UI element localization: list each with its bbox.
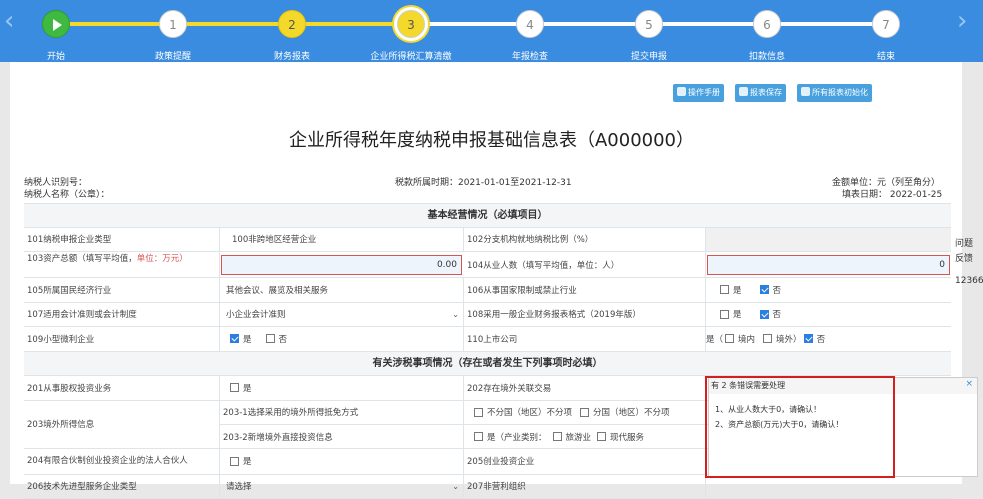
- row-104-label: 104从业人数（填写平均值，单位：人）: [464, 252, 706, 277]
- row-205-label: 205创业投资企业: [464, 449, 706, 474]
- step-1[interactable]: 1: [159, 10, 187, 38]
- row-203-label: 203境外所得信息: [24, 401, 220, 448]
- yes-checkbox[interactable]: [720, 285, 729, 294]
- step-7[interactable]: 7: [872, 10, 900, 38]
- row-201-options: 是: [220, 376, 464, 400]
- no-checkbox[interactable]: [804, 334, 813, 343]
- row-109-label: 109小型微利企业: [24, 327, 220, 351]
- step-label-7: 结束: [836, 49, 936, 62]
- row-110-label: 110上市公司: [464, 327, 706, 351]
- row-109-options: 是否: [220, 327, 464, 351]
- modern-service-checkbox[interactable]: [597, 432, 606, 441]
- row-2031-label: 203-1选择采用的境外所得抵免方式: [220, 401, 464, 425]
- row-202-label: 202存在境外关联交易: [464, 376, 706, 400]
- step-label-1: 政策提醒: [123, 49, 223, 62]
- step-label-6: 扣款信息: [717, 49, 817, 62]
- row-105-value: 其他会议、展览及相关服务: [220, 278, 464, 302]
- fill-date: 填表日期： 2022-01-25: [842, 187, 942, 200]
- manual-label: 操作手册: [688, 88, 720, 97]
- row-107-label: 107适用会计准则或会计制度: [24, 303, 220, 327]
- row-102-label: 102分支机构就地纳税比例（%）: [464, 228, 706, 252]
- row-110-options: 是（境内境外）否: [706, 327, 951, 351]
- step-4[interactable]: 4: [516, 10, 544, 38]
- row-204-options: 是: [220, 449, 464, 474]
- page-title: 企业所得税年度纳税申报基础信息表（A000000）: [0, 126, 983, 152]
- table-row: 206技术先进型服务企业类型 请选择⌄ 207非营利组织: [24, 475, 951, 499]
- accounting-standard-select[interactable]: 小企业会计准则⌄: [220, 303, 464, 327]
- save-button[interactable]: 报表保存: [735, 84, 786, 102]
- section-basic-header: 基本经营情况（必填项目）: [24, 203, 951, 228]
- yes-checkbox[interactable]: [230, 383, 239, 392]
- row-206-label: 206技术先进型服务企业类型: [24, 475, 220, 499]
- step-label-4: 年报检查: [480, 49, 580, 62]
- tourism-checkbox[interactable]: [553, 432, 562, 441]
- taxpayer-name-label: 纳税人名称（公章）：: [24, 187, 110, 200]
- method-checkbox[interactable]: [580, 408, 589, 417]
- table-row: 107适用会计准则或会计制度 小企业会计准则⌄ 108采用一般企业财务报表格式（…: [24, 303, 951, 328]
- step-label-start: 开始: [6, 49, 106, 62]
- row-101-value: 100非跨地区经营企业: [220, 228, 464, 252]
- yes-checkbox[interactable]: [720, 310, 729, 319]
- init-button[interactable]: 所有报表初始化: [797, 84, 872, 102]
- step-2[interactable]: 2: [278, 10, 306, 38]
- chevron-down-icon: ⌄: [452, 310, 459, 319]
- method-checkbox[interactable]: [474, 408, 483, 417]
- row-201-label: 201从事股权投资业务: [24, 376, 220, 400]
- step-label-5: 提交申报: [599, 49, 699, 62]
- side-hotline: 12366: [955, 276, 983, 286]
- init-label: 所有报表初始化: [812, 88, 868, 97]
- table-row: 109小型微利企业 是否 110上市公司 是（境内境外）否: [24, 327, 951, 352]
- step-label-3: 企业所得税汇算清缴: [361, 49, 461, 62]
- yes-checkbox[interactable]: [230, 334, 239, 343]
- outside-checkbox[interactable]: [763, 334, 772, 343]
- yes-checkbox[interactable]: [230, 457, 239, 466]
- side-feedback[interactable]: 反馈: [955, 251, 973, 264]
- help-icon: [677, 87, 686, 96]
- step-5[interactable]: 5: [635, 10, 663, 38]
- service-type-select[interactable]: 请选择⌄: [220, 475, 464, 499]
- inside-checkbox[interactable]: [725, 334, 734, 343]
- save-icon: [739, 87, 748, 96]
- no-checkbox[interactable]: [266, 334, 275, 343]
- row-108-options: 是否: [706, 303, 951, 327]
- step-3[interactable]: 3: [397, 10, 425, 38]
- row-108-label: 108采用一般企业财务报表格式（2019年版）: [464, 303, 706, 327]
- row-207-label: 207非营利组织: [464, 475, 706, 499]
- step-6[interactable]: 6: [753, 10, 781, 38]
- tax-period: 税款所属时期：2021-01-01至2021-12-31: [395, 175, 572, 188]
- side-question[interactable]: 问题: [955, 236, 973, 249]
- row-106-options: 是否: [706, 278, 951, 302]
- step-start[interactable]: [42, 10, 70, 38]
- yes-checkbox[interactable]: [474, 432, 483, 441]
- table-row: 101纳税申报企业类型 100非跨地区经营企业 102分支机构就地纳税比例（%）: [24, 228, 951, 253]
- row-2032-label: 203-2新增境外直接投资信息: [220, 425, 464, 449]
- employees-input[interactable]: 0: [707, 255, 950, 275]
- row-101-label: 101纳税申报企业类型: [24, 228, 220, 252]
- close-icon[interactable]: ×: [965, 379, 973, 389]
- row-103-label: 103资产总额（填写平均值，单位：万元）: [24, 252, 220, 277]
- row-106-label: 106从事国家限制或禁止行业: [464, 278, 706, 302]
- no-checkbox[interactable]: [760, 285, 769, 294]
- total-assets-input[interactable]: 0.00: [221, 255, 462, 275]
- highlight-box: [705, 376, 895, 478]
- save-label: 报表保存: [750, 88, 782, 97]
- no-checkbox[interactable]: [760, 310, 769, 319]
- section-tax-header: 有关涉税事项情况（存在或者发生下列事项时必填）: [24, 352, 951, 377]
- table-row: 103资产总额（填写平均值，单位：万元） 0.00 104从业人数（填写平均值，…: [24, 252, 951, 278]
- manual-button[interactable]: 操作手册: [673, 84, 724, 102]
- row-102-value: [706, 228, 951, 252]
- chevron-down-icon: ⌄: [452, 482, 459, 491]
- reset-icon: [801, 87, 810, 96]
- row-105-label: 105所属国民经济行业: [24, 278, 220, 302]
- next-arrow-icon[interactable]: ›: [957, 8, 967, 34]
- prev-arrow-icon[interactable]: ‹: [4, 8, 14, 34]
- progress-header: ‹ 1 2 3 4 5 6 7 开始 政策提醒 财务报表 企业所得税汇算清缴 年…: [0, 0, 983, 62]
- row-204-label: 204有限合伙制创业投资企业的法人合伙人: [24, 449, 220, 474]
- step-label-2: 财务报表: [242, 49, 342, 62]
- play-icon: [53, 19, 62, 31]
- table-row: 105所属国民经济行业 其他会议、展览及相关服务 106从事国家限制或禁止行业 …: [24, 278, 951, 303]
